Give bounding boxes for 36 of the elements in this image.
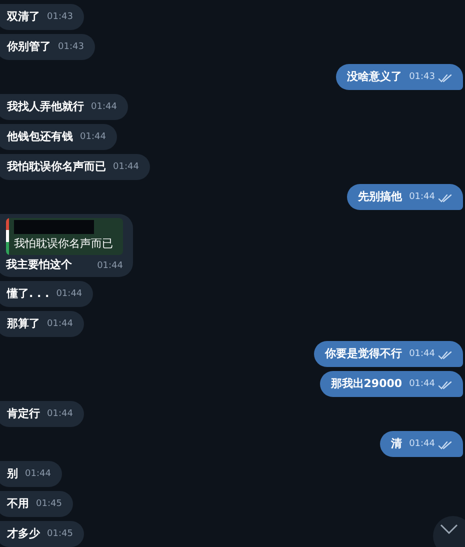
message-text: 才多少 bbox=[7, 526, 40, 542]
message-time: 01:44 bbox=[409, 378, 435, 392]
message-text: 我找人弄他就行 bbox=[7, 98, 84, 115]
message-text: 那算了 bbox=[7, 316, 40, 332]
message-time: 01:44 bbox=[113, 161, 139, 174]
message-text: 没啥意义了 bbox=[347, 68, 402, 85]
message-text: 我怕耽误你名声而已 bbox=[7, 158, 106, 175]
message-time: 01:44 bbox=[47, 408, 73, 422]
chevron-down-icon bbox=[440, 524, 458, 534]
message-time: 01:44 bbox=[25, 468, 51, 482]
message-time: 01:44 bbox=[97, 260, 123, 272]
message-text: 那我出29000 bbox=[330, 376, 402, 392]
message-text: 你要是觉得不行 bbox=[325, 346, 402, 362]
message-time: 01:43 bbox=[409, 71, 435, 84]
message-text: 先别搞他 bbox=[358, 188, 402, 205]
message-time: 01:45 bbox=[36, 498, 62, 512]
quoted-text: 我怕耽误你名声而已 bbox=[14, 236, 113, 252]
message-text: 你别管了 bbox=[7, 38, 51, 55]
message-text: 不用 bbox=[7, 496, 29, 512]
message-text: 我主要怕这个 bbox=[6, 256, 72, 272]
message-time: 01:44 bbox=[409, 191, 435, 204]
message-time: 01:44 bbox=[80, 131, 106, 144]
message-time: 01:45 bbox=[47, 528, 73, 542]
message-text: 清 bbox=[391, 436, 402, 452]
message-time: 01:43 bbox=[47, 11, 73, 24]
message-time: 01:44 bbox=[409, 348, 435, 362]
message-time: 01:44 bbox=[91, 101, 117, 114]
message-time: 01:43 bbox=[58, 41, 84, 54]
message-text: 懂了. . . bbox=[7, 286, 50, 302]
message-time: 01:44 bbox=[56, 288, 82, 302]
message-time: 01:44 bbox=[409, 438, 435, 452]
message-text: 他钱包还有钱 bbox=[7, 128, 73, 145]
message-text: 别 bbox=[7, 466, 18, 482]
message-text: 双清了 bbox=[7, 8, 40, 25]
message-text: 肯定行 bbox=[7, 406, 40, 422]
message-time: 01:44 bbox=[47, 318, 73, 332]
